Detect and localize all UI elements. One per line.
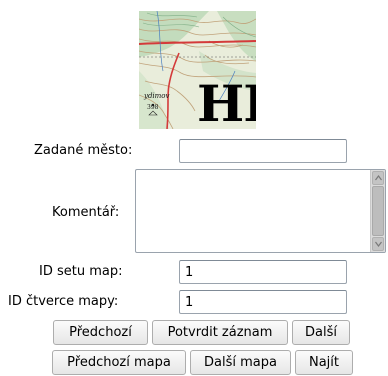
map-sheet-letters: HL (197, 74, 256, 129)
comment-field[interactable] (135, 169, 386, 253)
scroll-down-arrow-icon[interactable] (372, 237, 384, 251)
find-button[interactable]: Najít (295, 350, 353, 375)
map-set-id-label: ID setu map: (39, 264, 123, 279)
next-button[interactable]: Další (292, 320, 350, 345)
comment-textarea[interactable] (136, 170, 370, 252)
record-form-page: ydimov 398 HL Zadané město: Komentář: ID… (0, 0, 388, 376)
scroll-thumb[interactable] (372, 186, 384, 236)
map-set-id-input[interactable] (179, 260, 347, 284)
next-map-button[interactable]: Další mapa (190, 350, 291, 375)
map-height-label: 398 (147, 104, 159, 111)
city-label: Zadané město: (34, 143, 133, 158)
map-place-label: ydimov (144, 92, 170, 100)
city-input[interactable] (179, 139, 347, 163)
map-thumbnail: ydimov 398 HL (139, 11, 256, 129)
previous-button[interactable]: Předchozí (53, 320, 148, 345)
map-square-id-label: ID čtverce mapy: (8, 294, 119, 309)
previous-map-button[interactable]: Předchozí mapa (52, 350, 186, 375)
scroll-up-arrow-icon[interactable] (372, 171, 384, 185)
confirm-record-button[interactable]: Potvrdit záznam (152, 320, 288, 345)
comment-label: Komentář: (52, 205, 120, 220)
comment-scrollbar[interactable] (370, 170, 385, 252)
map-square-id-input[interactable] (179, 290, 347, 314)
